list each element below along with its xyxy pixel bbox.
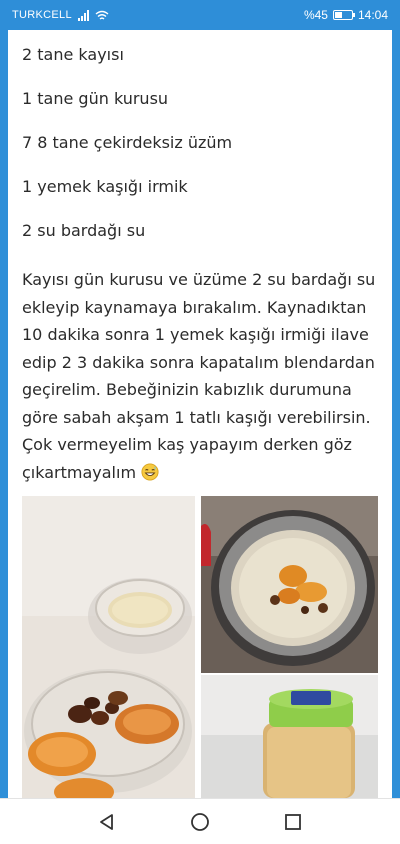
home-button[interactable] [178,800,222,844]
photo-ingredients-bowl [22,496,195,798]
status-bar: TURKCELL %45 14:04 [0,0,400,30]
ingredient-item: 2 su bardağı su [22,221,146,240]
jar-photo[interactable] [201,675,378,798]
ingredients-photo[interactable] [22,496,195,798]
grinning-sweat-emoji [141,462,159,481]
instructions-paragraph: Kayısı gün kurusu ve üzüme 2 su bardağı … [8,266,392,486]
ingredient-item: 1 yemek kaşığı irmik [22,177,188,196]
battery-icon [332,10,355,20]
photo-pot [201,496,378,673]
status-right: %45 14:04 [304,8,388,22]
cooking-pot-photo[interactable] [201,496,378,673]
recipe-card[interactable]: 2 tane kayısı 1 tane gün kurusu 7 8 tane… [8,30,392,798]
photo-jar [201,675,378,798]
recents-button[interactable] [271,800,315,844]
status-left: TURKCELL [12,9,109,21]
instructions-text: Kayısı gün kurusu ve üzüme 2 su bardağı … [22,270,376,482]
carrier-label: TURKCELL [12,9,72,21]
battery-level [334,12,343,18]
recents-square-icon [285,813,302,830]
phone-screen: TURKCELL %45 14:04 2 tane kayısı 1 tane … [0,0,400,844]
ingredient-item: 2 tane kayısı [22,45,124,64]
wifi-icon [95,10,109,20]
ingredient-list: 2 tane kayısı 1 tane gün kurusu 7 8 tane… [8,30,392,264]
photo-collage [22,496,378,798]
signal-icon [77,9,89,21]
ingredient-item: 1 tane gün kurusu [22,89,169,108]
ingredient-item: 7 8 tane çekirdeksiz üzüm [22,133,233,152]
back-button[interactable] [85,800,129,844]
navigation-bar [0,798,400,844]
battery-percent: %45 [303,8,328,22]
clock: 14:04 [357,8,388,22]
back-triangle-icon [99,813,113,830]
home-circle-icon [191,812,209,831]
